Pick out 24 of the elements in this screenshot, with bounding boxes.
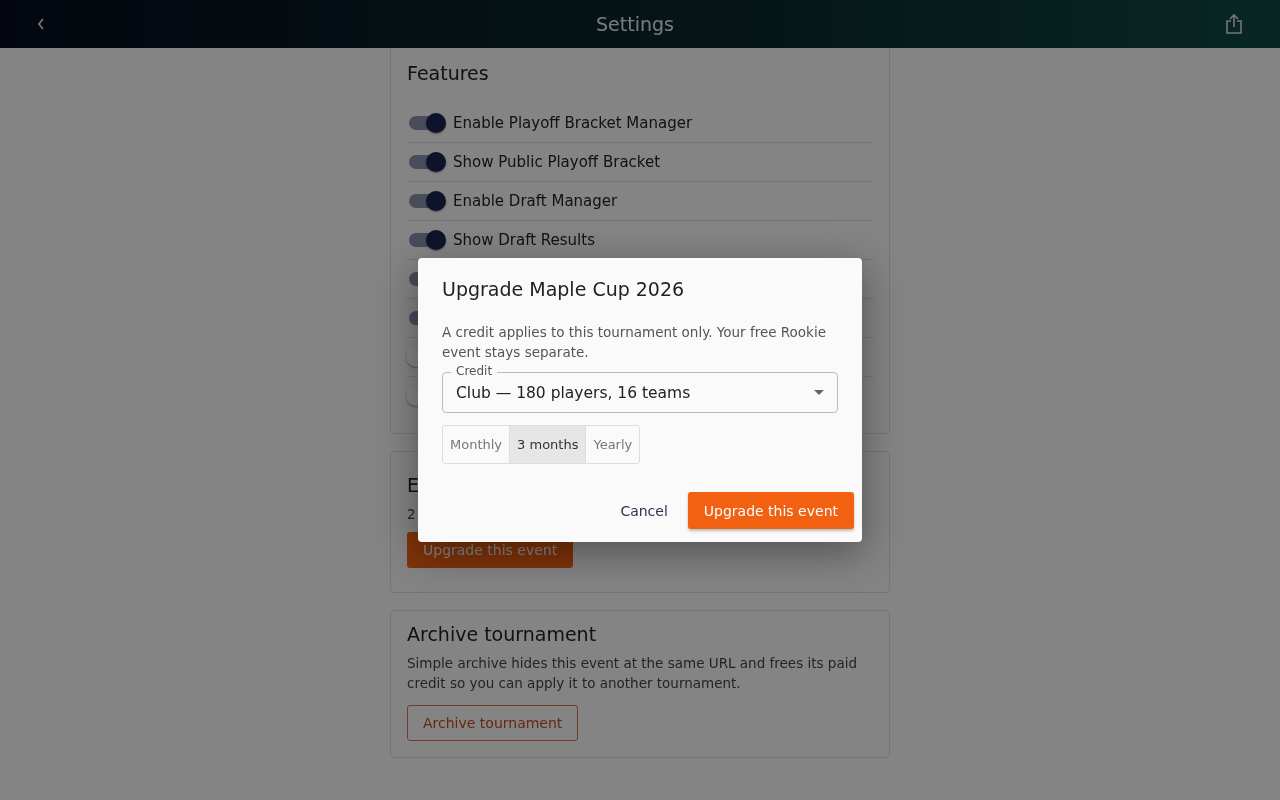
archive-button[interactable]: Archive tournament (407, 705, 579, 741)
caret-icon (814, 390, 824, 395)
confirm-button[interactable]: Upgrade this event (687, 492, 854, 529)
toggle-label: Enable Playoff Bracket Manager (453, 114, 693, 132)
toggle-switch[interactable] (409, 233, 443, 247)
dialog-title: Upgrade Maple Cup 2026 (442, 278, 686, 300)
back-icon[interactable] (36, 16, 46, 32)
toggle-switch[interactable] (409, 155, 443, 169)
dialog-text: A credit applies to this tournament only. Your free Rookie event stays separate. (442, 323, 827, 362)
toggle-label: Show Public Playoff Bracket (453, 153, 661, 171)
section-title: Features (407, 62, 490, 84)
toggle-switch[interactable] (409, 116, 443, 130)
period-tab[interactable]: Monthly (443, 426, 511, 463)
event-text: 2 (407, 505, 416, 524)
cancel-button[interactable]: Cancel (612, 494, 676, 527)
toggle-label: Enable Draft Manager (453, 192, 618, 210)
toggle-switch[interactable] (409, 194, 443, 208)
archive-description: Simple archive hides this event at the same URL and frees its paid credit so you can apply it to another tournament. (407, 654, 858, 693)
toggle-label: Show Draft Results (453, 231, 595, 249)
period-tab[interactable]: 3 months (510, 426, 587, 463)
share-icon[interactable] (1224, 13, 1244, 35)
page-title: Settings (596, 13, 674, 35)
section-title: Archive tournament (407, 623, 598, 645)
section-title: E (407, 474, 419, 496)
